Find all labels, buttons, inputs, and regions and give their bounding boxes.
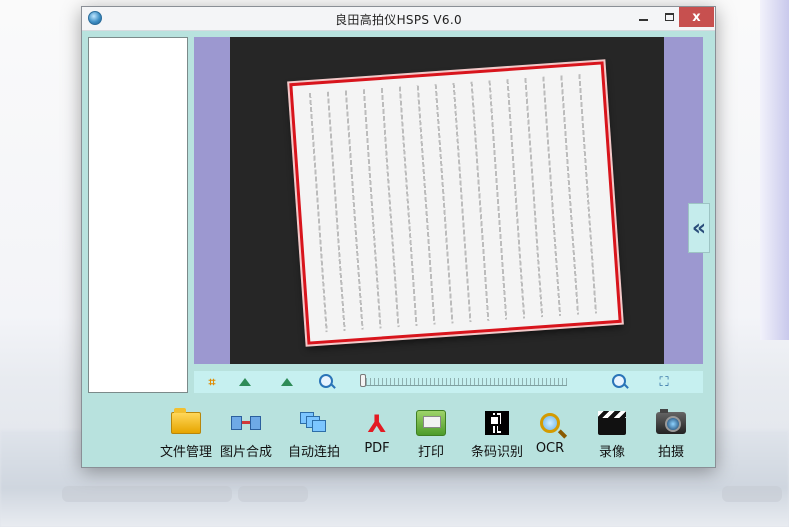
- video-clapper-icon: [596, 409, 628, 437]
- auto-burst-icon: [298, 409, 330, 437]
- printer-icon: [415, 409, 447, 437]
- minimize-button[interactable]: [630, 7, 656, 27]
- auto-burst-button[interactable]: 自动连拍: [288, 409, 340, 465]
- app-window: 良田高拍仪HSPS V6.0 x « ⌗ ⛶ 文件管理 图片合成 自动连拍 ⅄ …: [81, 6, 716, 468]
- button-label: 拍摄: [657, 445, 684, 460]
- button-label: PDF: [364, 441, 390, 456]
- rotate-right-icon[interactable]: [279, 374, 295, 390]
- record-video-button[interactable]: 录像: [596, 409, 628, 465]
- close-icon: x: [692, 9, 701, 25]
- button-label: 图片合成: [220, 445, 273, 460]
- camera-icon: [655, 409, 687, 437]
- minimize-icon: [638, 19, 648, 21]
- collapse-panel-button[interactable]: «: [688, 203, 710, 253]
- double-chevron-left-icon: «: [691, 215, 707, 241]
- button-label: 文件管理: [160, 445, 213, 460]
- desktop-blur-text: [62, 486, 232, 502]
- image-merge-icon: [230, 409, 262, 437]
- close-button[interactable]: x: [679, 7, 714, 27]
- window-title: 良田高拍仪HSPS V6.0: [335, 13, 462, 27]
- button-label: 打印: [417, 445, 444, 460]
- desktop-blur-text: [722, 486, 782, 502]
- zoom-in-icon[interactable]: [612, 374, 626, 388]
- file-manager-button[interactable]: 文件管理: [160, 408, 213, 465]
- document-text-lines: [300, 73, 611, 333]
- camera-preview-panel: [194, 37, 703, 364]
- button-label: 录像: [598, 445, 625, 460]
- maximize-icon: [664, 13, 674, 21]
- barcode-recognition-button[interactable]: 条码识别: [471, 409, 523, 465]
- capture-button[interactable]: 拍摄: [655, 409, 687, 465]
- button-label: OCR: [535, 441, 565, 456]
- rotate-left-icon[interactable]: [237, 374, 253, 390]
- function-bar: 文件管理 图片合成 自动连拍 ⅄ PDF 打印 条码识别 OCR 录像 拍摄: [82, 399, 715, 467]
- qr-code-icon: [481, 409, 513, 437]
- pdf-icon: ⅄: [367, 408, 387, 438]
- view-toolbar: ⌗ ⛶: [194, 371, 703, 393]
- crop-icon[interactable]: ⌗: [204, 374, 220, 390]
- ocr-button[interactable]: OCR: [534, 409, 566, 465]
- zoom-slider[interactable]: [360, 374, 567, 387]
- desktop-blur-text: [238, 486, 308, 502]
- zoom-out-icon[interactable]: [319, 374, 333, 388]
- desktop-background-strip: [760, 0, 789, 340]
- pdf-button[interactable]: ⅄ PDF: [361, 409, 393, 465]
- client-area: « ⌗ ⛶ 文件管理 图片合成 自动连拍 ⅄ PDF 打印 条码识别 OCR 录…: [82, 31, 715, 467]
- zoom-slider-thumb[interactable]: [360, 374, 366, 387]
- image-merge-button[interactable]: 图片合成: [220, 409, 272, 465]
- ocr-magnifier-icon: [534, 409, 566, 437]
- print-button[interactable]: 打印: [415, 409, 447, 465]
- fit-window-icon[interactable]: ⛶: [656, 374, 672, 390]
- scanned-document: [289, 61, 622, 345]
- button-label: 自动连拍: [288, 445, 341, 460]
- thumbnail-panel[interactable]: [88, 37, 188, 393]
- folder-icon: [170, 408, 202, 437]
- button-label: 条码识别: [471, 445, 524, 460]
- title-bar[interactable]: 良田高拍仪HSPS V6.0 x: [82, 7, 715, 31]
- camera-view[interactable]: [230, 37, 664, 364]
